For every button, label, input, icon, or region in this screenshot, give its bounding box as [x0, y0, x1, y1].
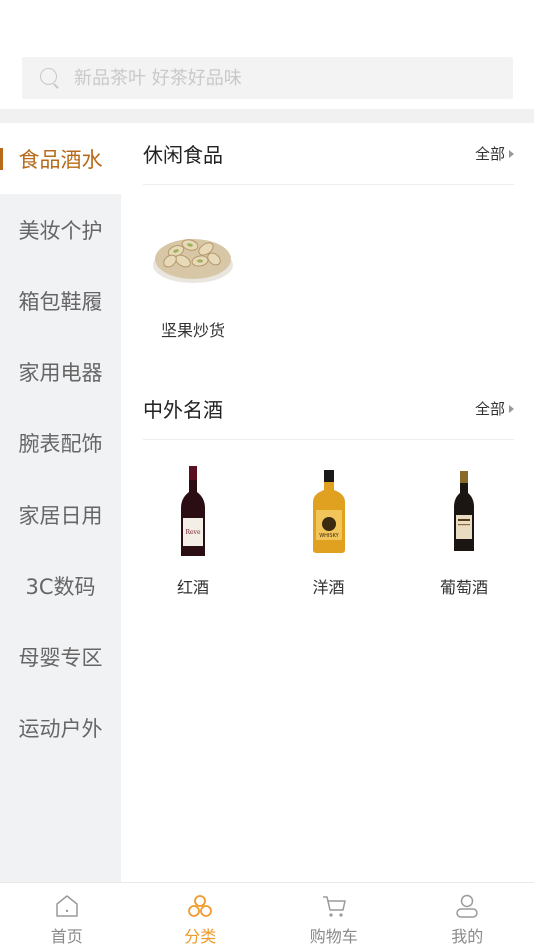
sidebar-item-3c[interactable]: 3C数码: [0, 550, 121, 621]
sidebar-item-label: 腕表配饰: [18, 432, 103, 457]
category-content: 休闲食品 全部 坚果炒货 中外名酒 全部 Reve 红酒 WHISKY 洋酒 葡…: [143, 123, 514, 598]
tab-label: 分类: [184, 927, 217, 946]
sidebar-item-baby[interactable]: 母婴专区: [0, 621, 121, 692]
sidebar-item-appliances[interactable]: 家用电器: [0, 337, 121, 408]
product-name: 葡萄酒: [439, 578, 488, 597]
section-header: 休闲食品 全部: [143, 123, 514, 185]
sidebar-item-label: 家居日用: [18, 503, 103, 528]
section-liquor: 中外名酒 全部 Reve 红酒 WHISKY 洋酒 葡萄酒: [143, 378, 514, 598]
see-all-link[interactable]: 全部: [475, 143, 514, 164]
red-wine-bottle-image: Reve: [143, 462, 243, 562]
sidebar-item-label: 运动户外: [18, 717, 103, 742]
arrow-right-icon: [509, 149, 514, 158]
search-bar[interactable]: [22, 57, 513, 99]
see-all-label: 全部: [474, 400, 505, 418]
divider-band: [0, 109, 534, 123]
section-title: 休闲食品: [143, 143, 223, 167]
tab-label: 首页: [50, 927, 83, 946]
section-title: 中外名酒: [143, 398, 223, 422]
sidebar-item-label: 母婴专区: [18, 645, 103, 670]
product-name: 红酒: [176, 578, 209, 597]
sidebar-item-food-drinks[interactable]: 食品酒水: [0, 123, 121, 195]
sidebar-item-label: 家用电器: [18, 361, 103, 386]
product-item[interactable]: WHISKY 洋酒: [279, 462, 379, 598]
user-icon: [456, 894, 478, 918]
product-item[interactable]: Reve 红酒: [143, 462, 243, 598]
whisky-bottle-image: WHISKY: [279, 462, 379, 562]
svg-text:WHISKY: WHISKY: [319, 533, 339, 539]
sidebar-item-label: 美妆个护: [18, 218, 103, 243]
product-item[interactable]: 坚果炒货: [143, 205, 243, 378]
see-all-link[interactable]: 全部: [475, 398, 514, 419]
bottom-tab-bar: 首页 分类 购物车 我的: [0, 882, 534, 950]
wine-bottle-image: [414, 462, 514, 562]
section-snacks: 休闲食品 全部 坚果炒货: [143, 123, 514, 378]
sidebar-item-label: 3C数码: [25, 574, 96, 599]
search-icon: [38, 67, 60, 89]
pistachio-bowl-image: [143, 205, 243, 305]
svg-text:Reve: Reve: [185, 529, 200, 536]
cart-icon: [322, 896, 346, 917]
tab-label: 我的: [451, 927, 484, 946]
tab-home[interactable]: 首页: [0, 883, 134, 950]
home-icon: [56, 895, 78, 917]
tab-cart[interactable]: 购物车: [267, 883, 401, 950]
arrow-right-icon: [509, 404, 514, 413]
product-name: 坚果炒货: [160, 321, 225, 340]
tab-label: 购物车: [309, 927, 358, 946]
sidebar-item-bags-shoes[interactable]: 箱包鞋履: [0, 265, 121, 336]
category-icon: [188, 895, 213, 917]
tab-category[interactable]: 分类: [134, 883, 268, 950]
sidebar-item-home[interactable]: 家居日用: [0, 479, 121, 550]
see-all-label: 全部: [474, 145, 505, 163]
sidebar-item-label: 箱包鞋履: [18, 289, 103, 314]
status-bar-area: [0, 0, 534, 40]
search-input[interactable]: [74, 67, 474, 89]
sidebar-item-sports[interactable]: 运动户外: [0, 693, 121, 764]
sidebar-item-beauty[interactable]: 美妆个护: [0, 194, 121, 265]
product-grid: Reve 红酒 WHISKY 洋酒 葡萄酒: [143, 440, 514, 598]
sidebar-item-watches[interactable]: 腕表配饰: [0, 408, 121, 479]
sidebar-item-label: 食品酒水: [18, 147, 103, 172]
product-name: 洋酒: [312, 578, 345, 597]
product-grid: 坚果炒货: [143, 185, 514, 378]
tab-profile[interactable]: 我的: [401, 883, 534, 950]
category-sidebar: 食品酒水 美妆个护 箱包鞋履 家用电器 腕表配饰 家居日用 3C数码 母婴专区 …: [0, 123, 121, 882]
product-item[interactable]: 葡萄酒: [414, 462, 514, 598]
section-header: 中外名酒 全部: [143, 378, 514, 440]
